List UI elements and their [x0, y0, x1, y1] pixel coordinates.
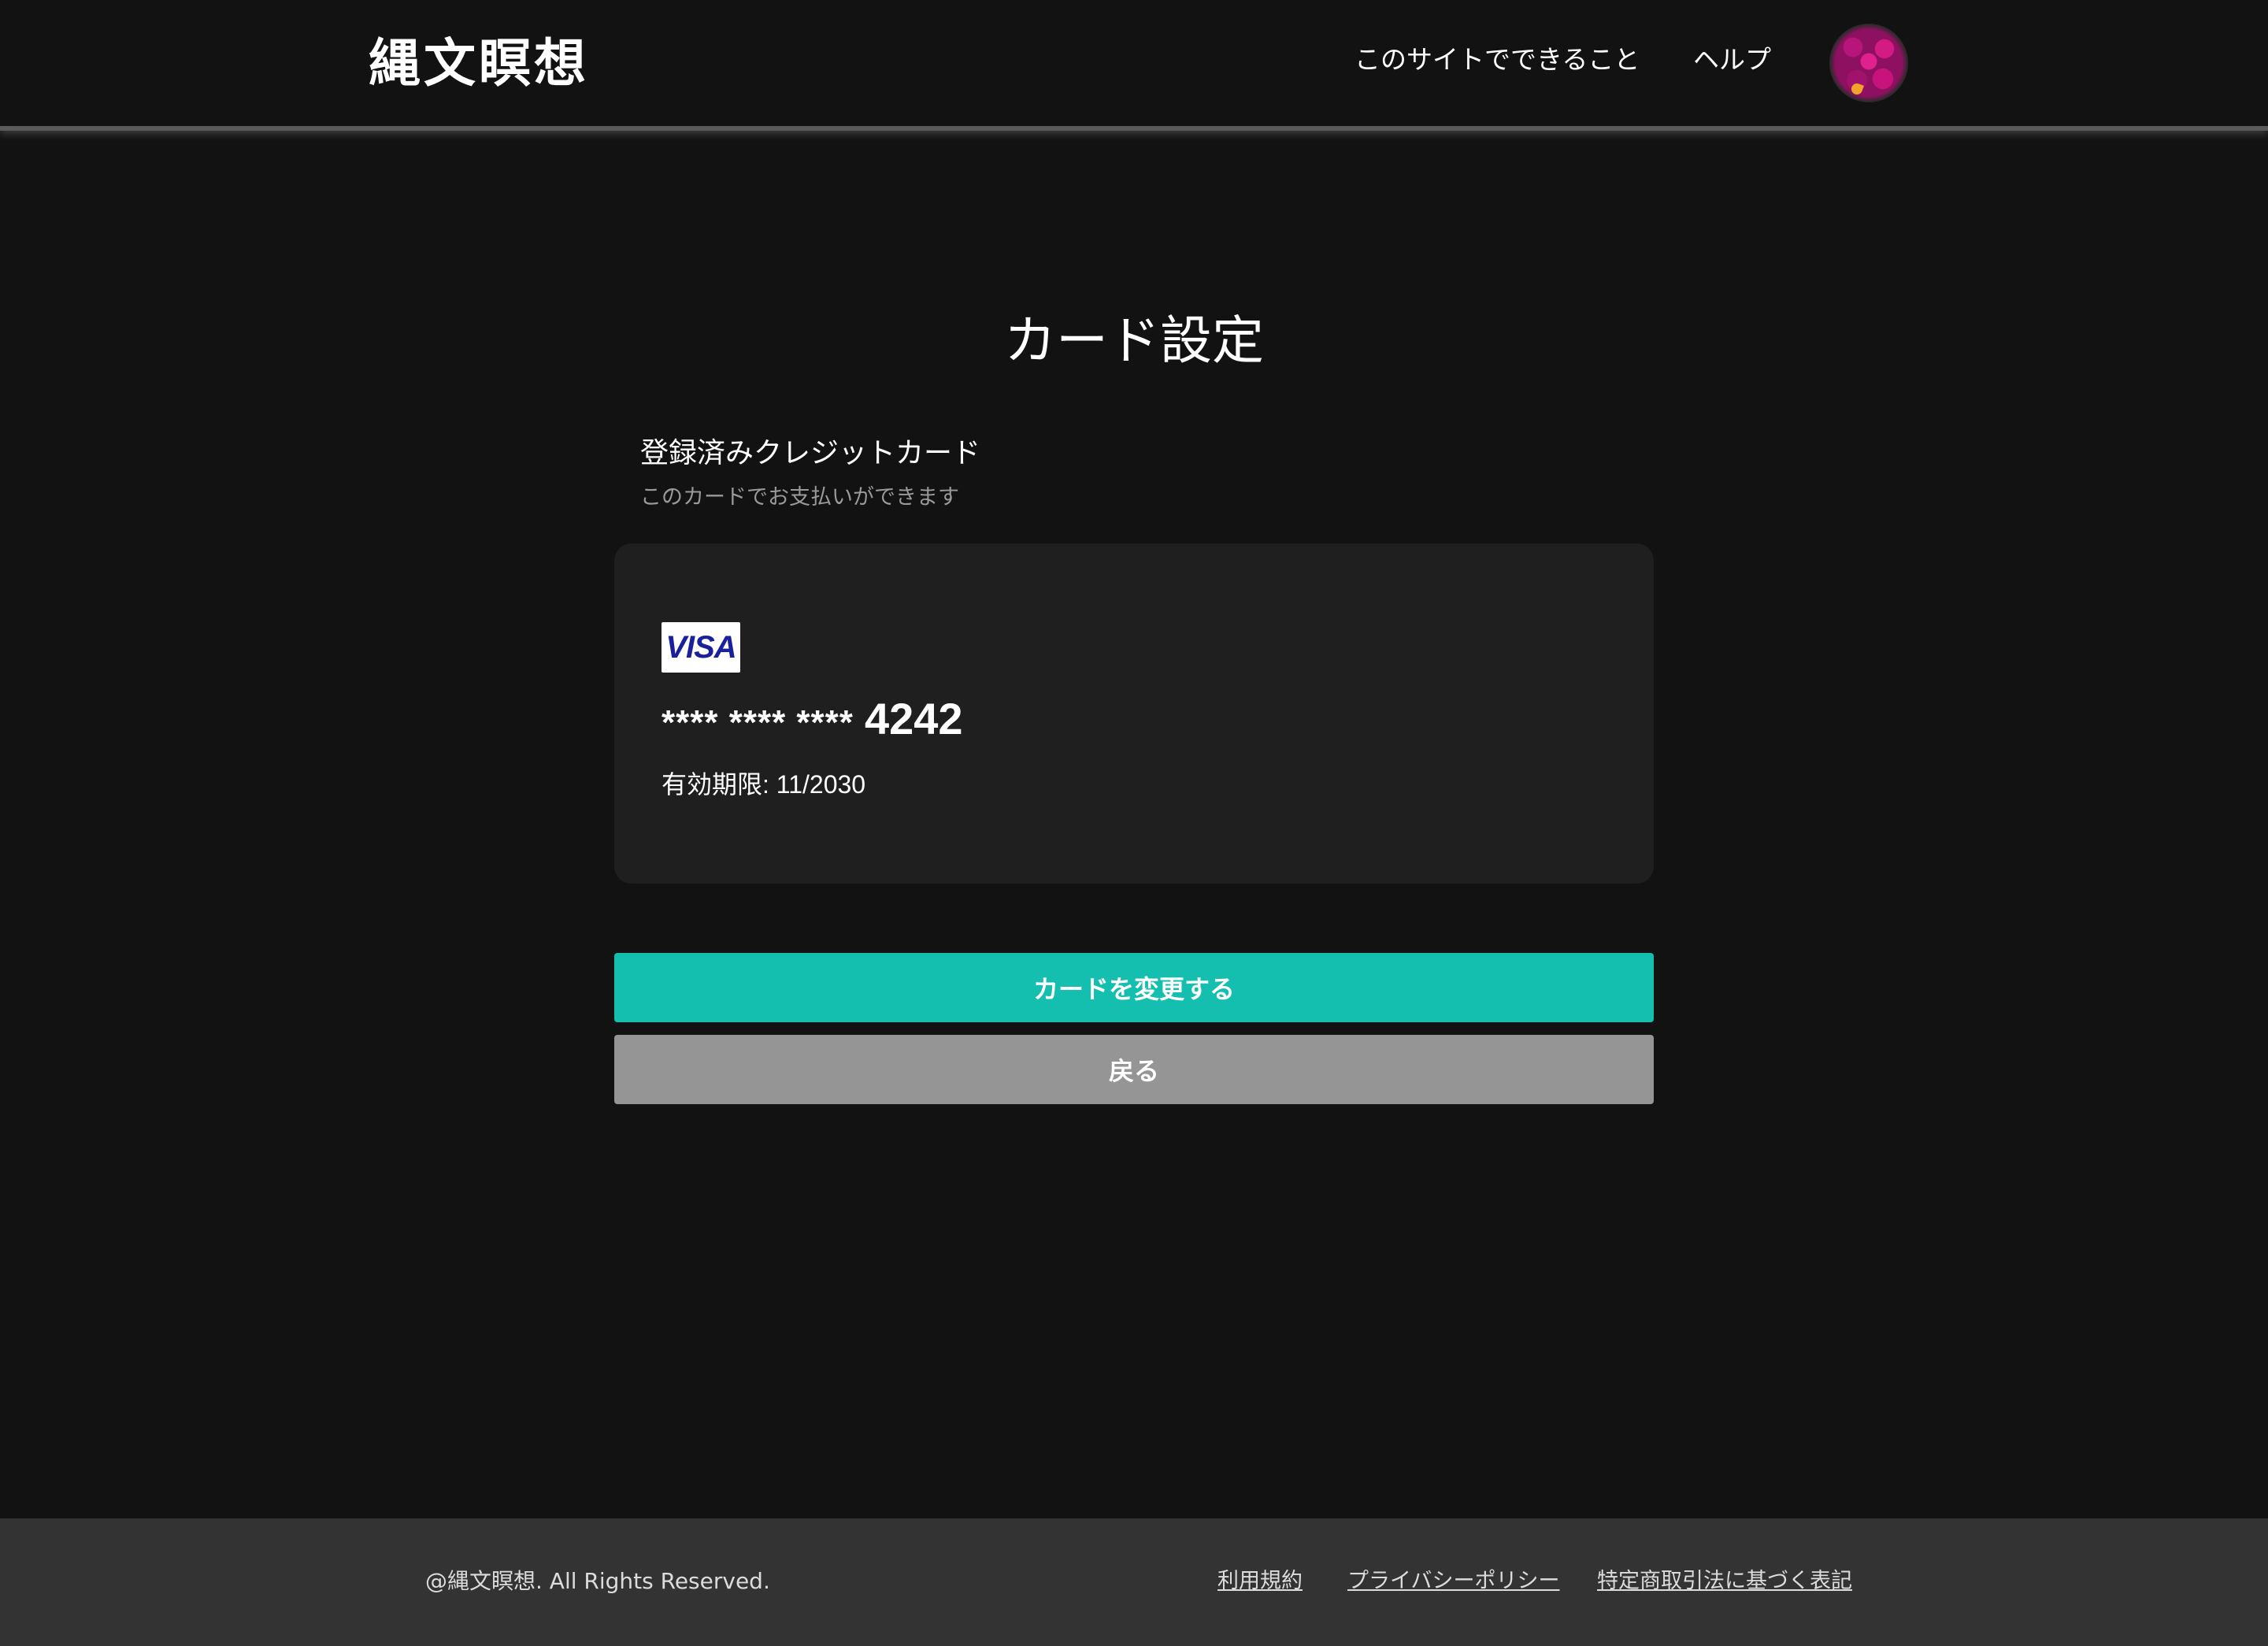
nav-link-help[interactable]: ヘルプ: [1693, 41, 1771, 79]
avatar-flower-detail: [1850, 82, 1864, 96]
site-footer: @縄文瞑想. All Rights Reserved. 利用規約 プライバシーポ…: [0, 1518, 2268, 1646]
footer-link-legal-notice[interactable]: 特定商取引法に基づく表記: [1597, 1566, 1852, 1597]
visa-logo-icon: VISA: [662, 622, 740, 673]
card-expiry: 有効期限: 11/2030: [662, 770, 866, 799]
site-logo[interactable]: 縄文瞑想: [369, 28, 589, 98]
footer-link-terms[interactable]: 利用規約: [1217, 1566, 1303, 1597]
copyright-text: @縄文瞑想. All Rights Reserved.: [425, 1568, 770, 1594]
section-title: 登録済みクレジットカード: [640, 437, 981, 469]
card-brand-label: VISA: [665, 630, 736, 665]
registered-card-panel: VISA **** **** **** 4242 有効期限: 11/2030: [614, 543, 1654, 884]
card-number-mask: **** **** ****: [662, 703, 854, 742]
back-button[interactable]: 戻る: [614, 1035, 1654, 1104]
section-subtitle: このカードでお支払いができます: [640, 485, 959, 510]
card-last4: 4242: [864, 694, 963, 743]
change-card-button[interactable]: カードを変更する: [614, 953, 1654, 1022]
page-title: カード設定: [1004, 310, 1264, 371]
footer-link-privacy[interactable]: プライバシーポリシー: [1347, 1566, 1559, 1597]
card-number: **** **** **** 4242: [662, 691, 963, 758]
nav-link-features[interactable]: このサイトでできること: [1354, 41, 1640, 79]
site-header: 縄文瞑想 このサイトでできること ヘルプ: [0, 0, 2268, 131]
user-avatar[interactable]: [1829, 24, 1908, 102]
